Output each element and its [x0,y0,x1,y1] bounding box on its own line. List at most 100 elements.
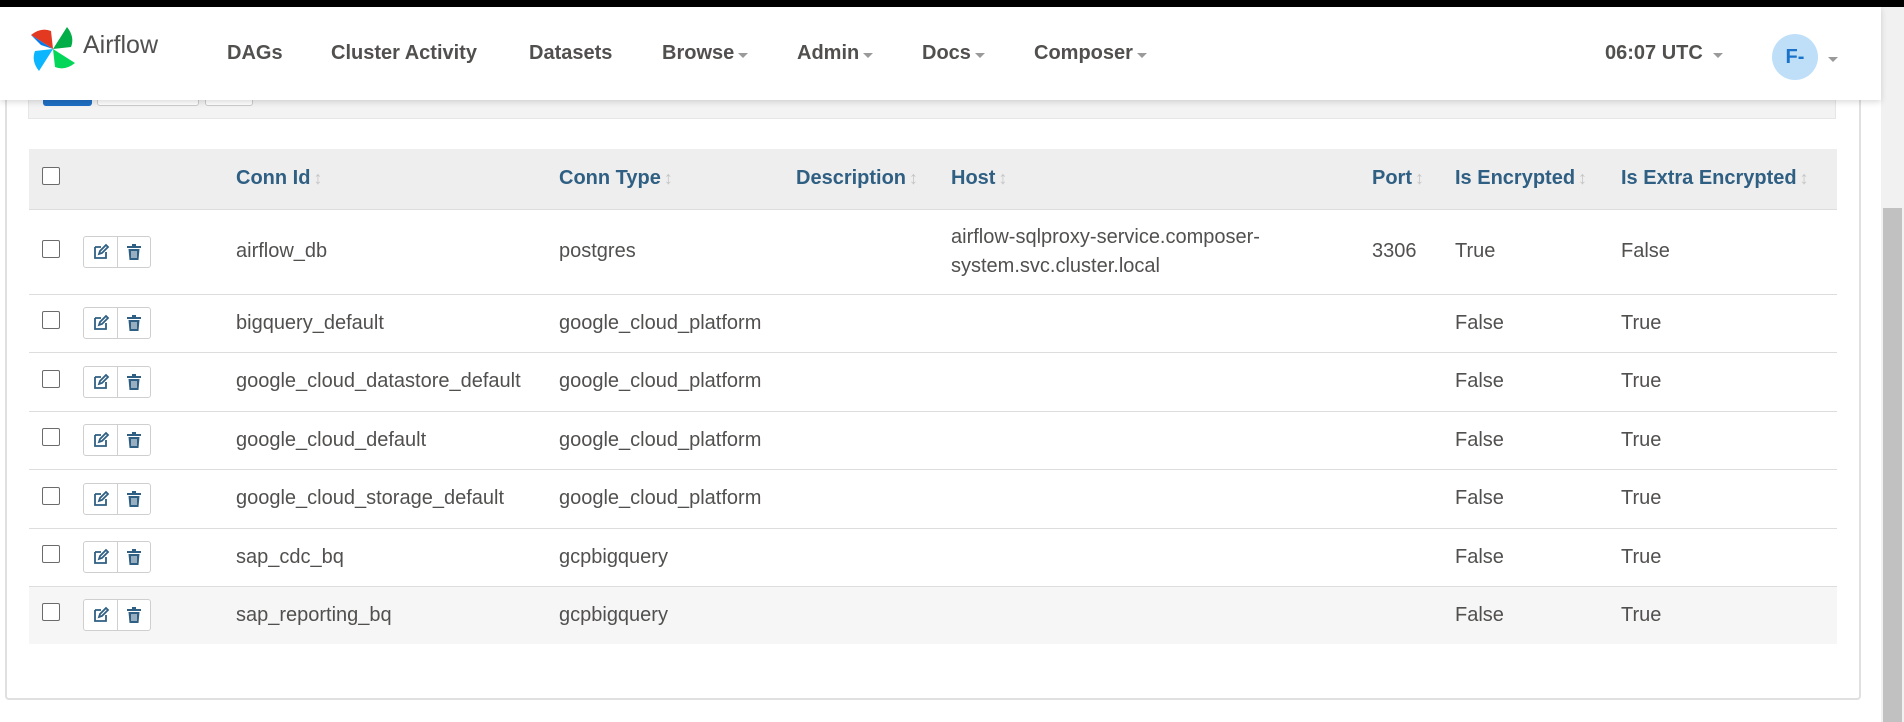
cell-description [796,293,951,352]
trash-icon[interactable] [117,542,150,572]
header-is-encrypted[interactable]: Is Encrypted ↕ [1455,149,1621,209]
cell-conn-type: google_cloud_platform [559,468,796,528]
header-conn-id-label: Conn Id [236,167,311,190]
cell-port [1372,351,1455,411]
cell-conn-type: google_cloud_platform [559,351,796,411]
nav-admin[interactable]: Admin [797,42,874,65]
cell-host [951,351,1372,411]
row-actions [83,235,151,268]
sort-icon: ↕ [313,168,323,189]
chevron-down-icon [1136,53,1147,58]
row-checkbox[interactable] [42,311,60,329]
row-actions [83,541,151,573]
cell-conn-id: bigquery_default [236,293,559,352]
window-top-bar [0,0,1904,7]
cell-is-extra-encrypted: False [1621,208,1837,294]
row-checkbox[interactable] [42,603,60,622]
cell-is-extra-encrypted: True [1621,585,1837,644]
row-checkbox[interactable] [42,486,60,505]
trash-icon[interactable] [117,483,150,514]
clock-time: 06:07 UTC [1605,42,1703,64]
row-checkbox[interactable] [42,545,60,563]
cell-description [796,527,951,586]
actions-header [83,149,236,209]
sort-icon: ↕ [1578,168,1588,189]
header-is-extra-encrypted[interactable]: Is Extra Encrypted ↕ [1621,149,1837,209]
cell-host [951,468,1372,528]
edit-icon[interactable] [84,542,117,572]
row-checkbox[interactable] [42,428,60,446]
cell-conn-id: google_cloud_datastore_default [236,351,559,411]
table-row: airflow_db postgres airflow-sqlproxy-servi… [29,208,1837,294]
clock-dropdown[interactable]: 06:07 UTC [1605,42,1723,65]
table-row: google_cloud_storage_default google_cloud… [29,468,1837,528]
connections-table: Conn Id ↕ Conn Type ↕ Description ↕ Host ↕ P… [29,149,1837,644]
cell-conn-type: google_cloud_platform [559,293,796,352]
trash-icon[interactable] [117,600,150,631]
cell-description [796,468,951,528]
nav-docs-label: Docs [922,42,971,64]
nav-docs[interactable]: Docs [922,42,985,65]
cell-port [1372,468,1455,528]
select-all-checkbox[interactable] [42,166,60,185]
nav-datasets[interactable]: Datasets [529,42,612,65]
nav-dags[interactable]: DAGs [227,42,283,65]
cell-is-encrypted: False [1455,410,1621,469]
table-row: bigquery_default google_cloud_platform Fal… [29,293,1837,352]
sort-icon: ↕ [998,168,1008,189]
nav-browse[interactable]: Browse [662,42,749,65]
header-conn-type[interactable]: Conn Type ↕ [559,149,796,209]
row-checkbox[interactable] [42,369,60,388]
cell-description [796,585,951,644]
edit-icon[interactable] [84,237,117,267]
edit-icon[interactable] [84,484,117,514]
table-row: google_cloud_default google_cloud_platfor… [29,410,1837,469]
cell-host-line1: airflow-sqlproxy-service.composer- [951,225,1260,248]
edit-icon[interactable] [84,425,117,455]
chevron-down-icon [1712,53,1723,58]
cell-host [951,410,1372,469]
cell-host [951,585,1372,644]
user-menu-chevron-down-icon[interactable] [1828,57,1838,62]
airflow-brand[interactable]: Airflow [25,21,158,77]
edit-icon[interactable] [84,600,117,630]
cell-is-encrypted: False [1455,585,1621,644]
table-row: sap_cdc_bq gcpbigquery False True [29,527,1837,586]
cell-conn-type: google_cloud_platform [559,410,796,469]
cell-is-encrypted: False [1455,527,1621,586]
sort-icon: ↕ [1415,168,1424,189]
header-description-label: Description [796,167,907,190]
row-actions [83,307,151,339]
trash-icon[interactable] [117,308,150,338]
row-actions [83,365,151,398]
user-avatar[interactable]: F- [1772,34,1818,80]
trash-icon[interactable] [117,366,150,397]
header-conn-id[interactable]: Conn Id ↕ [236,149,559,209]
header-host[interactable]: Host ↕ [951,149,1372,209]
edit-icon[interactable] [84,308,117,338]
row-actions [83,424,151,456]
nav-browse-label: Browse [662,42,735,64]
nav-dags-label: DAGs [227,42,283,64]
edit-icon[interactable] [84,367,117,397]
row-checkbox[interactable] [42,239,60,258]
table-row: google_cloud_datastore_default google_clo… [29,351,1837,411]
cell-conn-id: sap_reporting_bq [236,585,559,644]
cell-port [1372,293,1455,352]
nav-datasets-label: Datasets [529,42,613,64]
scrollbar-thumb[interactable] [1883,208,1902,722]
cell-port [1372,527,1455,586]
nav-composer[interactable]: Composer [1034,42,1147,65]
header-description[interactable]: Description ↕ [796,149,951,209]
sort-icon: ↕ [663,168,673,189]
user-initials: F- [1785,45,1805,68]
nav-cluster-activity[interactable]: Cluster Activity [331,42,477,65]
cell-conn-id: google_cloud_storage_default [236,468,559,528]
trash-icon[interactable] [117,236,150,267]
cell-port [1372,585,1455,644]
header-port[interactable]: Port ↕ [1372,149,1455,209]
cell-port: 3306 [1372,208,1455,294]
cell-is-extra-encrypted: True [1621,351,1837,411]
navbar: Airflow DAGs Cluster Activity Datasets B… [0,7,1881,100]
trash-icon[interactable] [117,425,150,455]
